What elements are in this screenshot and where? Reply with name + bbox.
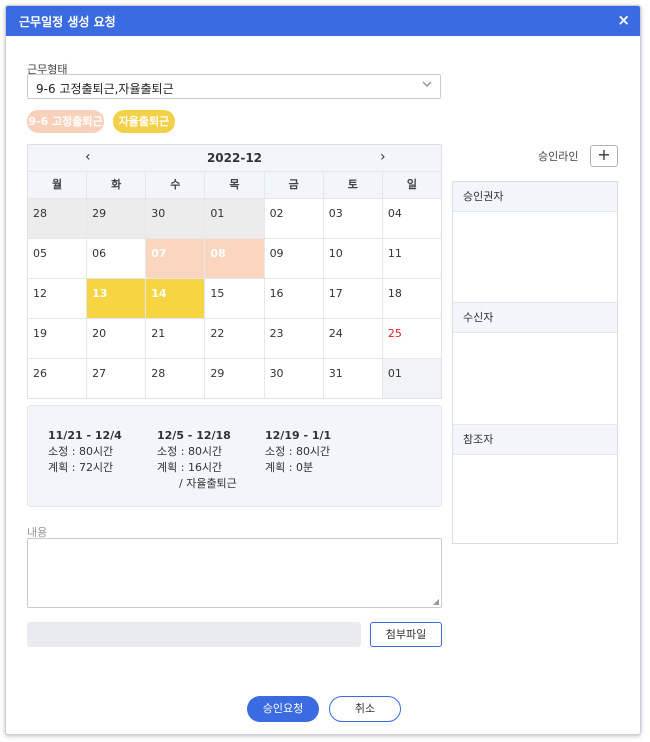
calendar-day[interactable]: 28 <box>28 199 87 238</box>
submit-approval-button[interactable]: 승인요청 <box>247 696 319 722</box>
approver-section-header: 승인권자 <box>453 182 617 212</box>
calendar-day[interactable]: 31 <box>322 359 382 398</box>
calendar-day[interactable]: 29 <box>86 199 146 238</box>
calendar-day[interactable]: 30 <box>263 359 323 398</box>
weekday-header: 월 화 수 목 금 토 일 <box>28 171 441 198</box>
weekday-fri: 금 <box>263 172 323 198</box>
calendar-day[interactable]: 30 <box>145 199 205 238</box>
calendar-day[interactable]: 29 <box>204 359 263 398</box>
calendar-day[interactable]: 03 <box>322 199 382 238</box>
calendar-day[interactable]: 04 <box>381 199 441 238</box>
calendar-day[interactable]: 01 <box>204 199 264 238</box>
chip-fixed-hours[interactable]: 9-6 고정출퇴근 <box>27 110 104 133</box>
chip-flexible-hours[interactable]: 자율출퇴근 <box>113 110 175 133</box>
calendar-day[interactable]: 24 <box>322 319 382 358</box>
calendar-day[interactable]: 06 <box>86 239 145 278</box>
next-month-icon[interactable]: › <box>380 149 386 165</box>
dialog-titlebar: 근무일정 생성 요청 × <box>6 6 640 36</box>
approval-panel: 승인권자 수신자 참조자 <box>452 181 618 544</box>
calendar-day[interactable]: 02 <box>263 199 323 238</box>
calendar-week: 26 27 28 29 30 31 01 <box>28 358 441 398</box>
calendar-day[interactable]: 09 <box>263 239 323 278</box>
calendar-day[interactable]: 12 <box>28 279 86 318</box>
approval-line-label: 승인라인 <box>538 150 579 163</box>
calendar-week: 19 20 21 22 23 24 25 <box>28 318 441 358</box>
add-approver-button[interactable]: + <box>590 145 618 167</box>
weekday-thu: 목 <box>204 172 263 198</box>
cancel-button[interactable]: 취소 <box>329 696 401 722</box>
calendar-day[interactable]: 19 <box>28 319 86 358</box>
calendar-day-fixed[interactable]: 07 <box>145 239 205 278</box>
cc-section-header: 참조자 <box>453 424 617 455</box>
calendar-day[interactable]: 15 <box>204 279 263 318</box>
work-type-value: 9-6 고정출퇴근,자율출퇴근 <box>36 82 174 96</box>
weekday-sun: 일 <box>381 172 441 198</box>
calendar-day[interactable]: 11 <box>381 239 441 278</box>
attachment-field <box>27 622 361 647</box>
calendar-week: 05 06 07 08 09 10 11 <box>28 238 441 278</box>
summary-period: 12/19 - 1/1 소정 : 80시간 계획 : 0분 <box>265 429 332 474</box>
calendar: ‹ 2022-12 › 월 화 수 목 금 토 일 28 29 30 01 02… <box>27 144 442 399</box>
calendar-day-fixed[interactable]: 08 <box>204 239 264 278</box>
calendar-day[interactable]: 05 <box>28 239 86 278</box>
weekday-wed: 수 <box>145 172 204 198</box>
chevron-down-icon <box>422 79 432 92</box>
summary-period: 12/5 - 12/18 소정 : 80시간 계획 : 16시간 / 자율출퇴근 <box>157 429 237 490</box>
attach-file-button[interactable]: 첨부파일 <box>370 622 442 647</box>
calendar-header: ‹ 2022-12 › <box>28 145 441 171</box>
calendar-day[interactable]: 21 <box>145 319 204 358</box>
weekday-tue: 화 <box>86 172 145 198</box>
calendar-day[interactable]: 17 <box>322 279 382 318</box>
dialog-title: 근무일정 생성 요청 <box>19 15 116 29</box>
weekday-mon: 월 <box>52 178 63 191</box>
resize-grip-icon[interactable]: ◢ <box>433 597 439 606</box>
calendar-week: 28 29 30 01 02 03 04 <box>28 198 441 238</box>
calendar-day-flexible[interactable]: 14 <box>145 279 205 318</box>
calendar-day[interactable]: 18 <box>381 279 441 318</box>
calendar-week: 12 13 14 15 16 17 18 <box>28 278 441 318</box>
work-type-select[interactable]: 9-6 고정출퇴근,자율출퇴근 <box>27 74 441 99</box>
hours-summary: 11/21 - 12/4 소정 : 80시간 계획 : 72시간 12/5 - … <box>27 405 442 507</box>
calendar-day[interactable]: 27 <box>86 359 145 398</box>
calendar-day-holiday[interactable]: 25 <box>381 319 441 358</box>
summary-period: 11/21 - 12/4 소정 : 80시간 계획 : 72시간 <box>48 429 122 474</box>
calendar-day[interactable]: 10 <box>322 239 382 278</box>
receiver-section-header: 수신자 <box>453 302 617 333</box>
calendar-day[interactable]: 20 <box>86 319 145 358</box>
calendar-day[interactable]: 26 <box>28 359 86 398</box>
calendar-day[interactable]: 01 <box>381 359 441 398</box>
weekday-sat: 토 <box>322 172 382 198</box>
calendar-day[interactable]: 23 <box>263 319 323 358</box>
calendar-day[interactable]: 16 <box>263 279 323 318</box>
calendar-day-flexible[interactable]: 13 <box>86 279 146 318</box>
calendar-day[interactable]: 28 <box>145 359 204 398</box>
work-schedule-dialog: 근무일정 생성 요청 × 근무형태 9-6 고정출퇴근,자율출퇴근 9-6 고정… <box>5 5 641 735</box>
close-icon[interactable]: × <box>617 11 630 29</box>
content-textarea[interactable]: ◢ <box>27 538 442 608</box>
calendar-day[interactable]: 22 <box>204 319 263 358</box>
